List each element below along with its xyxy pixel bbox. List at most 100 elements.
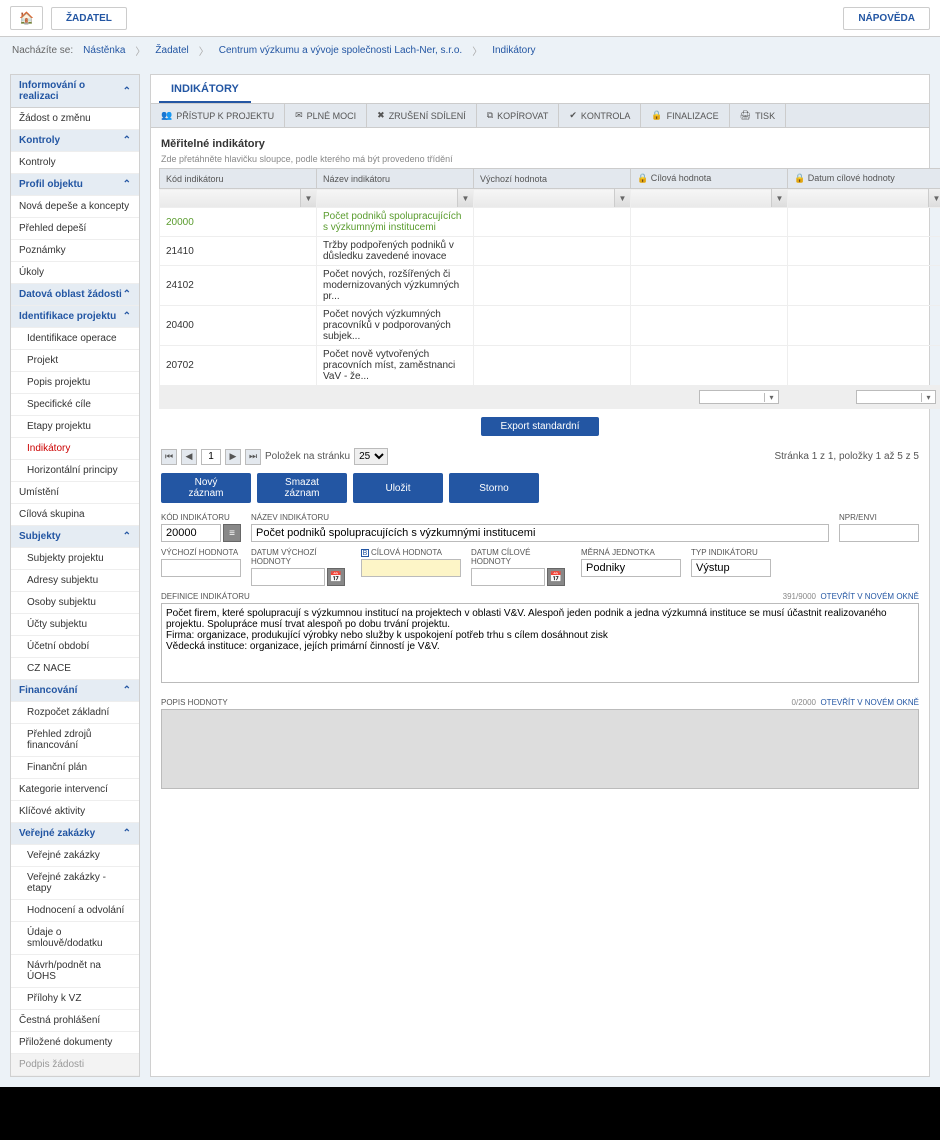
col-name[interactable]: Název indikátoru <box>317 169 474 189</box>
sidebar-item[interactable]: Čestná prohlášení <box>11 1010 139 1032</box>
col-code[interactable]: Kód indikátoru <box>160 169 317 189</box>
footer-select[interactable]: ▾ <box>856 390 936 404</box>
input-code[interactable] <box>161 524 221 542</box>
col-start[interactable]: Výchozí hodnota <box>474 169 631 189</box>
filter-start[interactable] <box>474 189 614 207</box>
table-row[interactable]: 20400Počet nových výzkumných pracovníků … <box>160 306 940 346</box>
filter-icon[interactable]: ▼ <box>771 189 787 207</box>
sidebar-item[interactable]: Žádost o změnu <box>11 108 139 130</box>
save-button[interactable]: Uložit <box>353 473 443 503</box>
pager-last[interactable]: ⏭ <box>245 449 261 465</box>
sidebar-section[interactable]: Datová oblast žádosti⌃ <box>11 284 139 306</box>
sidebar-item[interactable]: Horizontální principy <box>11 460 139 482</box>
table-row[interactable]: 20000Počet podniků spolupracujících s vý… <box>160 208 940 237</box>
sidebar-subsection[interactable]: Financování⌃ <box>11 680 139 702</box>
sidebar-item-indicators[interactable]: Indikátory <box>11 438 139 460</box>
sidebar-item[interactable]: Přehled zdrojů financování <box>11 724 139 757</box>
sidebar-item[interactable]: Identifikace operace <box>11 328 139 350</box>
new-record-button[interactable]: Nový záznam <box>161 473 251 503</box>
calendar-icon[interactable]: 📅 <box>547 568 565 586</box>
sidebar-item[interactable]: Veřejné zakázky <box>11 845 139 867</box>
cancel-button[interactable]: Storno <box>449 473 539 503</box>
sidebar-item[interactable]: CZ NACE <box>11 658 139 680</box>
col-target[interactable]: 🔒 Cílová hodnota <box>631 169 788 189</box>
sidebar-item[interactable]: Cílová skupina <box>11 504 139 526</box>
sidebar-item[interactable]: Osoby subjektu <box>11 592 139 614</box>
applicant-button[interactable]: ŽADATEL <box>51 7 127 30</box>
sidebar-item[interactable]: Subjekty projektu <box>11 548 139 570</box>
breadcrumb-item[interactable]: Nástěnka <box>77 43 131 58</box>
sidebar-item[interactable]: Kategorie intervencí <box>11 779 139 801</box>
delete-record-button[interactable]: Smazat záznam <box>257 473 347 503</box>
filter-icon[interactable]: ▼ <box>300 189 316 207</box>
input-start-value[interactable] <box>161 559 241 577</box>
footer-select[interactable]: ▾ <box>699 390 779 404</box>
table-row[interactable]: 21410Tržby podpořených podniků v důsledk… <box>160 237 940 266</box>
sidebar-item[interactable]: Návrh/podnět na ÚOHS <box>11 955 139 988</box>
sidebar-item[interactable]: Umístění <box>11 482 139 504</box>
pager-prev[interactable]: ◀ <box>181 449 197 465</box>
pager-first[interactable]: ⏮ <box>161 449 177 465</box>
sidebar-item[interactable]: Etapy projektu <box>11 416 139 438</box>
textarea-description[interactable] <box>161 709 919 789</box>
filter-date[interactable] <box>788 189 928 207</box>
help-button[interactable]: NÁPOVĚDA <box>843 7 930 30</box>
filter-icon[interactable]: ▼ <box>457 189 473 207</box>
sidebar-item[interactable]: Adresy subjektu <box>11 570 139 592</box>
sidebar-item[interactable]: Projekt <box>11 350 139 372</box>
pager-page[interactable] <box>201 449 221 465</box>
tool-power[interactable]: ✉PLNÉ MOCI <box>285 104 367 127</box>
sidebar-item[interactable]: Účty subjektu <box>11 614 139 636</box>
calendar-icon[interactable]: 📅 <box>327 568 345 586</box>
sidebar-item[interactable]: Finanční plán <box>11 757 139 779</box>
filter-icon[interactable]: ▼ <box>928 189 940 207</box>
tool-print[interactable]: 🖨TISK <box>730 104 786 127</box>
filter-target[interactable] <box>631 189 771 207</box>
tool-cancel-share[interactable]: ✖ZRUŠENÍ SDÍLENÍ <box>367 104 477 127</box>
export-button[interactable]: Export standardní <box>481 417 600 436</box>
input-target-date[interactable] <box>471 568 545 586</box>
tool-access[interactable]: 👥PŘÍSTUP K PROJEKTU <box>151 104 285 127</box>
breadcrumb-item[interactable]: Indikátory <box>486 43 541 58</box>
home-button[interactable]: 🏠 <box>10 6 43 30</box>
sidebar-item[interactable]: Rozpočet základní <box>11 702 139 724</box>
pager-next[interactable]: ▶ <box>225 449 241 465</box>
pager-perpage[interactable]: 25 <box>354 448 388 465</box>
sidebar-item[interactable]: Hodnocení a odvolání <box>11 900 139 922</box>
sidebar-section[interactable]: Informování o realizaci⌃ <box>11 75 139 108</box>
filter-name[interactable] <box>317 189 457 207</box>
sidebar-item[interactable]: Přehled depeší <box>11 218 139 240</box>
sidebar-item[interactable]: Veřejné zakázky - etapy <box>11 867 139 900</box>
breadcrumb-item[interactable]: Centrum výzkumu a vývoje společnosti Lac… <box>213 43 468 58</box>
input-start-date[interactable] <box>251 568 325 586</box>
sidebar-item[interactable]: Poznámky <box>11 240 139 262</box>
sidebar-subsection[interactable]: Identifikace projektu⌃ <box>11 306 139 328</box>
filter-code[interactable] <box>160 189 300 207</box>
tool-copy[interactable]: ⧉KOPÍROVAT <box>477 104 560 127</box>
sidebar-section[interactable]: Profil objektu⌃ <box>11 174 139 196</box>
sidebar-item[interactable]: Specifické cíle <box>11 394 139 416</box>
sidebar-item[interactable]: Kontroly <box>11 152 139 174</box>
sidebar-item[interactable]: Údaje o smlouvě/dodatku <box>11 922 139 955</box>
tool-check[interactable]: ✔KONTROLA <box>559 104 641 127</box>
table-row[interactable]: 24102Počet nových, rozšířených či modern… <box>160 266 940 306</box>
input-target-value[interactable] <box>361 559 461 577</box>
sidebar-item[interactable]: Přílohy k VZ <box>11 988 139 1010</box>
sidebar-item[interactable]: Účetní období <box>11 636 139 658</box>
sidebar-subsection[interactable]: Veřejné zakázky⌃ <box>11 823 139 845</box>
table-row[interactable]: 20702Počet nově vytvořených pracovních m… <box>160 346 940 386</box>
def-open-link[interactable]: Otevřít v novém okně <box>820 592 919 601</box>
sidebar-item[interactable]: Klíčové aktivity <box>11 801 139 823</box>
col-date[interactable]: 🔒 Datum cílové hodnoty <box>788 169 940 189</box>
sidebar-item[interactable]: Popis projektu <box>11 372 139 394</box>
desc-open-link[interactable]: Otevřít v novém okně <box>820 698 919 707</box>
sidebar-section[interactable]: Kontroly⌃ <box>11 130 139 152</box>
sidebar-item[interactable]: Nová depeše a koncepty <box>11 196 139 218</box>
sidebar-item[interactable]: Úkoly <box>11 262 139 284</box>
breadcrumb-item[interactable]: Žadatel <box>149 43 194 58</box>
tool-finalize[interactable]: 🔒FINALIZACE <box>641 104 729 127</box>
filter-icon[interactable]: ▼ <box>614 189 630 207</box>
sidebar-item[interactable]: Přiložené dokumenty <box>11 1032 139 1054</box>
lookup-icon[interactable]: ≡ <box>223 524 241 542</box>
sidebar-subsection[interactable]: Subjekty⌃ <box>11 526 139 548</box>
